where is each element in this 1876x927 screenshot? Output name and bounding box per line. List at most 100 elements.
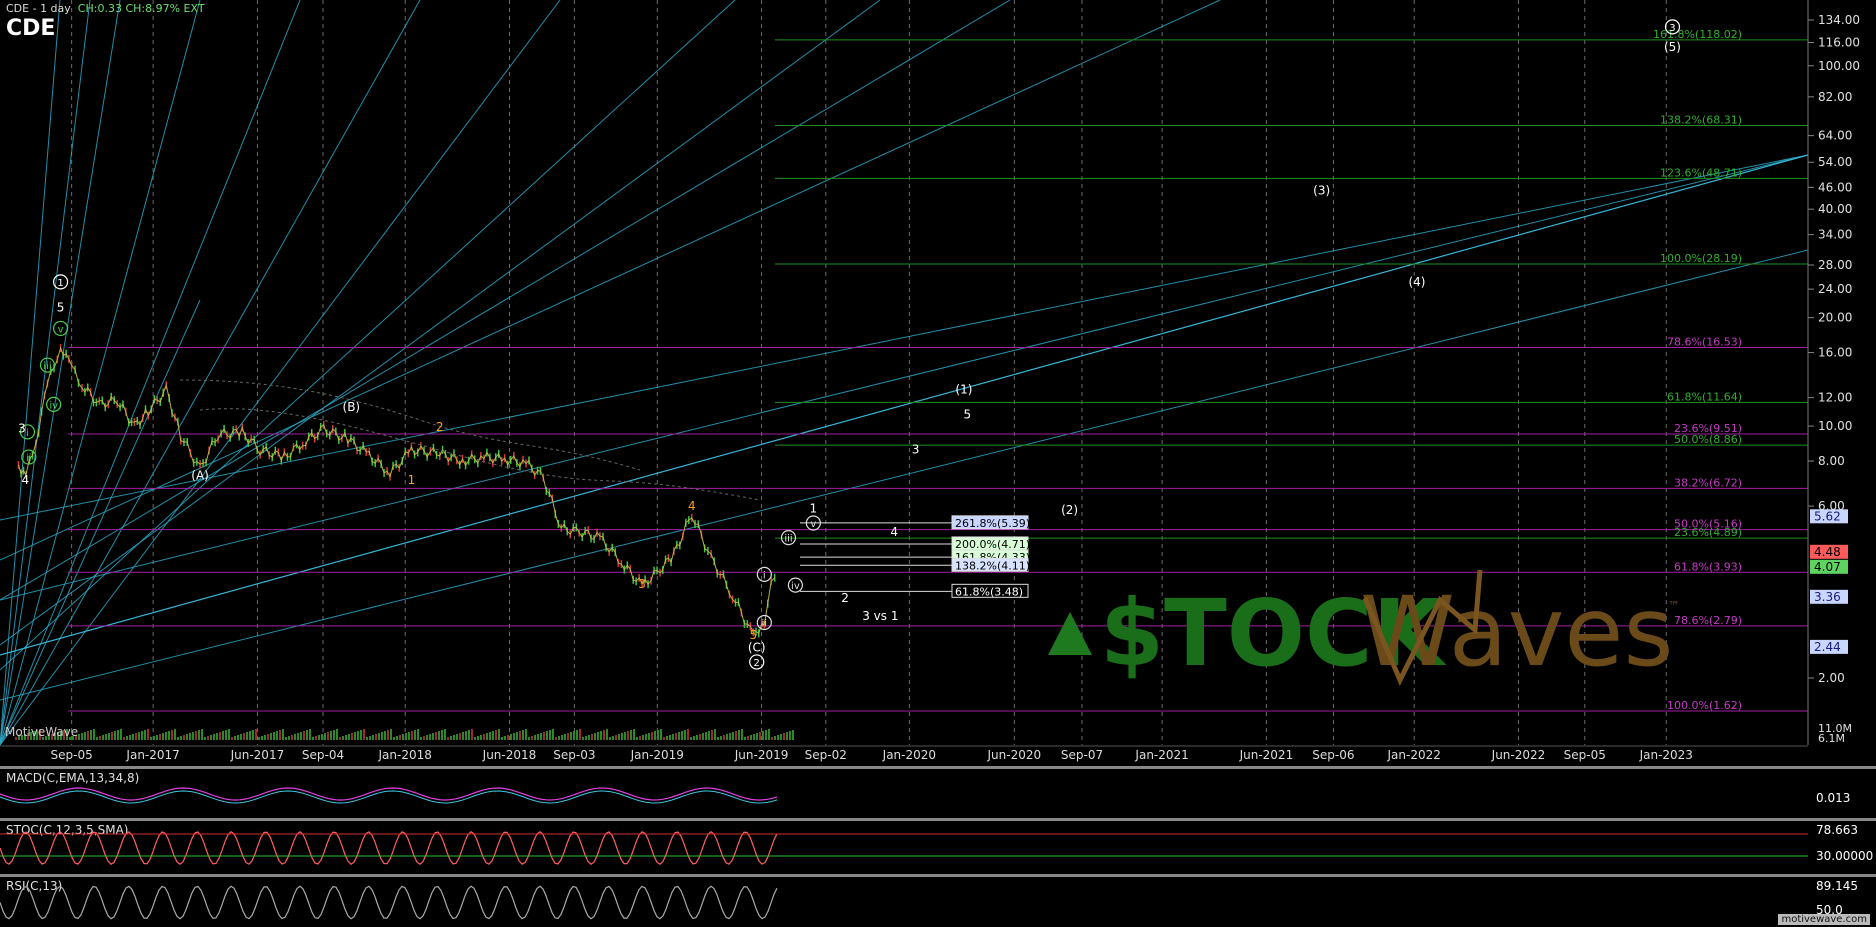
volume-bar — [411, 731, 413, 740]
wave-label: 4 — [890, 525, 898, 539]
volume-bar — [555, 737, 557, 740]
price-badge-label: 2.44 — [1814, 640, 1841, 654]
fib-label: 100.0%(1.62) — [1667, 699, 1742, 712]
y-tick-label: 134.00 — [1818, 13, 1860, 27]
volume-bar — [771, 737, 773, 740]
volume-bar — [492, 731, 494, 740]
volume-bar — [465, 731, 467, 740]
volume-bar — [312, 737, 314, 740]
volume-bar — [678, 732, 680, 740]
x-tick-label: Jun-2019 — [734, 748, 789, 762]
x-tick-label: Jun-2020 — [987, 748, 1042, 762]
volume-bar — [708, 731, 710, 740]
volume-bar — [756, 733, 758, 740]
x-tick-label: Sep-03 — [553, 748, 595, 762]
brand-label: MotiveWave — [5, 725, 79, 739]
volume-bar — [498, 729, 500, 740]
wave-label: 1 — [810, 502, 818, 516]
volume-bar — [564, 734, 566, 740]
indicator-name: STOC(C,12,3,5,SMA) — [6, 823, 129, 837]
time-axis[interactable]: Sep-05 Jan-2017 Jun-2017 Sep-04 Jan-2018 Jun-… — [0, 745, 1808, 762]
volume-bar — [210, 735, 212, 740]
volume-bar — [201, 729, 203, 740]
fib-label: 78.6%(16.53) — [1667, 335, 1742, 348]
volume-bar — [108, 733, 110, 740]
fib-label: 138.2%(68.31) — [1660, 113, 1742, 126]
volume-bar — [297, 733, 299, 740]
price-badge-label: 5.62 — [1814, 509, 1841, 523]
volume-bar — [291, 735, 293, 740]
volume-bar — [534, 735, 536, 740]
volume-bar — [303, 731, 305, 740]
volume-bar — [684, 730, 686, 740]
volume-bar — [417, 729, 419, 740]
volume-bar — [672, 734, 674, 740]
volume-bar — [507, 735, 509, 740]
volume-bar — [282, 729, 284, 740]
volume-bar — [87, 731, 89, 740]
volume-bar — [165, 732, 167, 740]
volume-bar — [573, 731, 575, 740]
volume-bar — [594, 733, 596, 740]
volume-bar — [477, 736, 479, 740]
volume-bar — [702, 733, 704, 740]
volume-bar — [321, 734, 323, 740]
volume-bar — [327, 732, 329, 740]
watermark: motivewave.com — [1778, 914, 1870, 925]
y-tick-label: 24.00 — [1818, 282, 1852, 296]
volume-bar — [561, 735, 563, 740]
volume-bar — [258, 737, 260, 740]
volume-bar — [453, 735, 455, 740]
volume-bar — [174, 729, 176, 740]
volume-bar — [195, 731, 197, 740]
y-tick-label: 40.00 — [1818, 202, 1852, 216]
volume-bar — [264, 735, 266, 740]
volume-bar — [324, 733, 326, 740]
price-axis[interactable]: 134.00 116.00 100.00 82.00 64.00 54.00 46.00 40… — [1807, 0, 1860, 745]
volume-bar — [288, 736, 290, 740]
volume-bar — [132, 734, 134, 740]
volume-bar — [516, 732, 518, 740]
stockwaves-logo: $TOCKWaves™ — [1048, 569, 1680, 688]
volume-bar — [630, 730, 632, 740]
volume-bar — [213, 734, 215, 740]
volume-bar — [249, 731, 251, 740]
wave-label: 3 vs 1 — [862, 609, 898, 623]
x-tick-label: Jan-2021 — [1134, 748, 1188, 762]
volume-bar — [426, 735, 428, 740]
volume-bar — [375, 734, 377, 740]
volume-bar — [585, 736, 587, 740]
logo-trademark: ™ — [1668, 599, 1680, 613]
volume-bar — [384, 731, 386, 740]
volume-bar — [657, 730, 659, 740]
volume-bar — [198, 730, 200, 740]
indicator-value: 78.663 — [1816, 823, 1858, 837]
wave-label: (A) — [191, 469, 209, 483]
volume-bar — [363, 729, 365, 740]
volume-bar — [144, 730, 146, 740]
volume-bar — [714, 729, 716, 740]
wave-label: ii — [762, 618, 768, 629]
volume-bar — [522, 730, 524, 740]
volume-bar — [480, 735, 482, 740]
volume-bar — [345, 735, 347, 740]
wave-label: (1) — [955, 383, 972, 397]
volume-bar — [315, 736, 317, 740]
volume-bar — [450, 736, 452, 740]
volume-bar — [240, 734, 242, 740]
volume-bar — [168, 731, 170, 740]
volume-bar — [654, 731, 656, 740]
indicator-line — [0, 885, 778, 920]
volume-bar — [432, 733, 434, 740]
wave-label: (B) — [343, 400, 361, 414]
volume-bar — [576, 730, 578, 740]
volume-bar — [690, 737, 692, 740]
volume-bar — [618, 734, 620, 740]
volume-bar — [462, 732, 464, 740]
volume-bar — [705, 732, 707, 740]
volume-bar — [642, 735, 644, 740]
x-tick-label: Sep-04 — [302, 748, 344, 762]
volume-bar — [219, 732, 221, 740]
x-tick-label: Jun-2022 — [1491, 748, 1546, 762]
wave-label: i — [763, 570, 766, 581]
